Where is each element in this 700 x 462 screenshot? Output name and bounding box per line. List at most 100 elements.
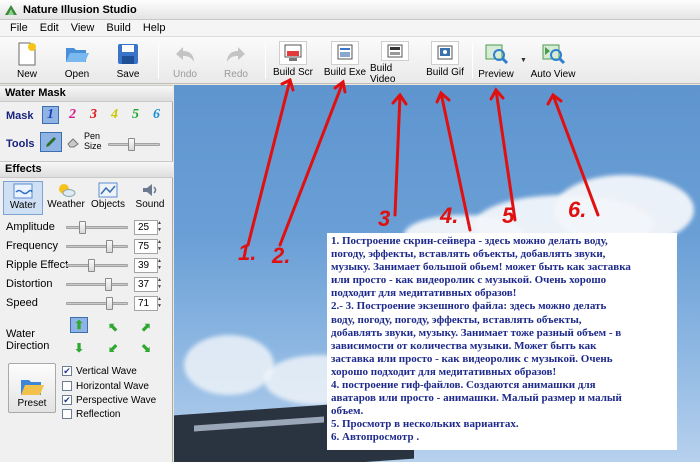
mask-5-button[interactable]: 5 (127, 106, 144, 124)
distortion-slider-thumb[interactable] (105, 278, 112, 291)
menu-view[interactable]: View (65, 22, 101, 34)
window-title: Nature Illusion Studio (23, 3, 137, 16)
ripple-effect-value[interactable]: 39 (134, 258, 158, 273)
speed-row: Speed 71 ▲ ▼ (6, 296, 166, 312)
preview-dropdown-arrow-icon[interactable]: ▼ (520, 57, 527, 64)
left-panel: Water Mask Mask 1 2 3 4 5 6 Tools Pen Si… (0, 85, 173, 462)
title-bar: Nature Illusion Studio (0, 0, 700, 20)
horizontal-wave-checkbox[interactable]: Horizontal Wave (62, 379, 149, 393)
note-line: погоду, эффекты, вставлять объекты, доба… (331, 248, 606, 261)
ripple-effect-slider-thumb[interactable] (88, 259, 95, 272)
direction-down-right-button[interactable]: ⬊ (137, 340, 155, 356)
direction-up-button[interactable]: ⬆ (70, 317, 88, 333)
build-gif-button[interactable]: Build Gif (422, 40, 468, 82)
cloud (184, 335, 274, 395)
open-button[interactable]: Open (53, 40, 101, 82)
build-scr-button[interactable]: Build Scr (268, 40, 318, 82)
mask-1-button[interactable]: 1 (42, 106, 59, 124)
vertical-wave-checkbox[interactable]: ✔ Vertical Wave (62, 364, 137, 378)
direction-down-button[interactable]: ⬇ (70, 340, 88, 356)
annotation-number-5: 5 (502, 203, 515, 228)
mask-3-button[interactable]: 3 (85, 106, 102, 124)
mask-4-button[interactable]: 4 (106, 106, 123, 124)
distortion-value[interactable]: 37 (134, 277, 158, 292)
preview-magnifier-icon (483, 41, 509, 67)
tab-weather[interactable]: Weather (45, 181, 87, 215)
direction-down-left-button[interactable]: ⬋ (104, 340, 122, 356)
direction-up-left-button[interactable]: ⬉ (104, 319, 122, 335)
water-mask-header: Water Mask (0, 85, 173, 102)
note-line: музыку. Занимает большой обьем! может бы… (331, 261, 631, 274)
menu-build[interactable]: Build (100, 22, 136, 34)
preview-label: Preview (478, 69, 514, 80)
tab-objects-label: Objects (91, 199, 125, 210)
pen-size-label: Pen Size (84, 131, 102, 151)
note-line: 5. Просмотр в нескольких вариантах. (331, 418, 519, 431)
perspective-wave-checkbox[interactable]: ✔ Perspective Wave (62, 393, 156, 407)
speed-label: Speed (6, 297, 38, 309)
new-button[interactable]: New (3, 40, 51, 82)
menu-file[interactable]: File (4, 22, 34, 34)
menu-help[interactable]: Help (137, 22, 172, 34)
undo-arrow-icon (172, 41, 198, 67)
redo-arrow-icon (223, 41, 249, 67)
ripple-effect-spinner-icon[interactable]: ▲ ▼ (157, 258, 163, 273)
auto-view-button[interactable]: Auto View (530, 40, 576, 82)
open-label: Open (64, 69, 90, 80)
mask-6-button[interactable]: 6 (148, 106, 165, 124)
reflection-checkbox[interactable]: Reflection (62, 407, 120, 421)
amplitude-spinner-icon[interactable]: ▲ ▼ (157, 220, 163, 235)
vertical-wave-check-icon: ✔ (62, 365, 72, 376)
frequency-spinner-icon[interactable]: ▲ ▼ (157, 239, 163, 254)
redo-label: Redo (224, 69, 248, 80)
amplitude-slider-track[interactable] (66, 226, 128, 229)
tab-water[interactable]: Water (3, 181, 43, 215)
distortion-slider-track[interactable] (66, 283, 128, 286)
annotation-number-1: 1. (238, 240, 257, 265)
frequency-slider-track[interactable] (66, 245, 128, 248)
note-line: добавлять звуки, музыку. Занимает тоже р… (331, 326, 622, 339)
frequency-slider-thumb[interactable] (106, 240, 113, 253)
mask-2-button[interactable]: 2 (64, 106, 81, 124)
arrow-down-right-icon: ⬊ (140, 341, 152, 355)
pen-tool-button[interactable] (40, 132, 62, 152)
tab-objects[interactable]: Objects (89, 181, 127, 215)
build-exe-button[interactable]: Build Exe (320, 40, 370, 82)
preset-button[interactable]: Preset (8, 363, 56, 413)
effects-header: Effects (0, 161, 173, 178)
distortion-spinner-icon[interactable]: ▲ ▼ (157, 277, 163, 292)
note-line: 4. построение гиф-файлов. Создаются аним… (331, 379, 596, 392)
amplitude-value[interactable]: 25 (134, 220, 158, 235)
menu-edit[interactable]: Edit (34, 22, 65, 34)
amplitude-slider-thumb[interactable] (79, 221, 86, 234)
tab-sound[interactable]: Sound (131, 181, 169, 215)
arrow-up-icon: ⬆ (73, 318, 85, 332)
build-video-button[interactable]: Build Video (370, 40, 420, 85)
pen-size-label-line-1: Pen (84, 131, 101, 141)
speed-slider-thumb[interactable] (106, 297, 113, 310)
frequency-value[interactable]: 75 (134, 239, 158, 254)
arrow-down-left-icon: ⬋ (107, 341, 119, 355)
direction-up-right-button[interactable]: ⬈ (137, 319, 155, 335)
speed-spinner-icon[interactable]: ▲ ▼ (157, 296, 163, 311)
executable-icon (331, 41, 359, 65)
note-line: хорошо подходит для медитативных образов… (331, 365, 557, 378)
auto-view-label: Auto View (530, 69, 576, 80)
pen-size-slider-thumb[interactable] (128, 138, 135, 151)
preview-button[interactable]: Preview (474, 40, 518, 82)
preset-folder-icon (21, 380, 44, 395)
build-gif-label: Build Gif (426, 67, 464, 78)
annotation-number-3: 3 (378, 206, 391, 231)
frequency-label: Frequency (6, 240, 58, 252)
eraser-icon[interactable] (66, 135, 80, 149)
undo-button[interactable]: Undo (161, 40, 209, 82)
toolbar-separator (265, 43, 266, 79)
mask-label: Mask (6, 110, 34, 122)
speed-value[interactable]: 71 (134, 296, 158, 311)
save-button[interactable]: Save (104, 40, 152, 82)
water-direction-label-line-2: Direction (6, 340, 50, 352)
redo-button[interactable]: Redo (212, 40, 260, 82)
speed-slider-track[interactable] (66, 302, 128, 305)
mask-2-label: 2 (69, 107, 76, 122)
ripple-effect-slider-track[interactable] (66, 264, 128, 267)
